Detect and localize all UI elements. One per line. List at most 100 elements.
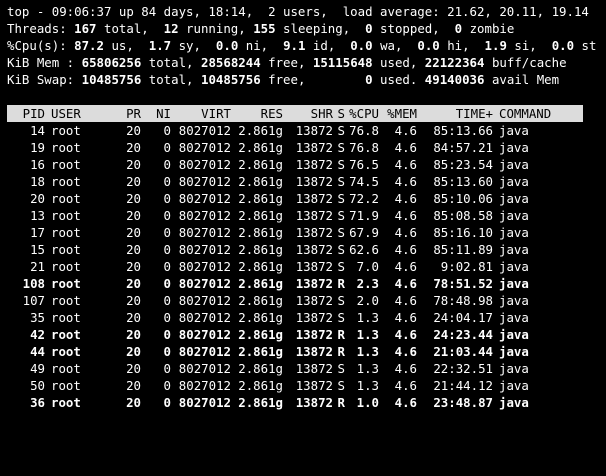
swap-total-label: total,	[141, 72, 201, 87]
mem-free: 28568244	[200, 55, 261, 70]
process-cpu: 76.8	[349, 140, 379, 155]
process-row: 107 root 20 0 8027012 2.861g 13872 S 2.0 4.6 78:48…	[7, 292, 599, 309]
process-nice: 0	[163, 378, 171, 393]
column-header-cpu: %CPU	[349, 106, 379, 121]
process-nice: 0	[163, 361, 171, 376]
process-state: R	[337, 344, 345, 359]
process-priority: 20	[126, 208, 141, 223]
process-nice: 0	[163, 208, 171, 223]
process-command: java	[499, 225, 529, 240]
process-res: 2.861g	[238, 344, 283, 359]
threads-total-label: total,	[96, 21, 164, 36]
process-cpu: 1.3	[356, 361, 379, 376]
process-command: java	[499, 361, 529, 376]
process-user: root	[51, 327, 81, 342]
process-shr: 13872	[295, 174, 333, 189]
process-shr: 13872	[295, 310, 333, 325]
process-state: R	[337, 276, 345, 291]
process-cpu: 67.9	[349, 225, 379, 240]
process-pid: 36	[30, 395, 45, 410]
process-row: 21 root 20 0 8027012 2.861g 13872 S 7.0 4.6 9:02.8…	[7, 258, 599, 275]
process-pid: 16	[30, 157, 45, 172]
threads-running-label: running,	[178, 21, 254, 36]
process-state: S	[337, 157, 345, 172]
process-cpu: 76.5	[349, 157, 379, 172]
process-res: 2.861g	[238, 276, 283, 291]
process-time: 78:48.98	[433, 293, 493, 308]
process-state: S	[337, 361, 345, 376]
swap-line: KiB Swap: 10485756 total, 10485756 free,…	[7, 71, 599, 88]
process-row: 18 root 20 0 8027012 2.861g 13872 S 74.5 4.6 85:13…	[7, 173, 599, 190]
threads-stopped-label: stopped,	[372, 21, 455, 36]
process-pid: 44	[30, 344, 45, 359]
process-cpu: 1.3	[356, 327, 379, 342]
process-row: 44 root 20 0 8027012 2.861g 13872 R 1.3 4.6 21:03.…	[7, 343, 599, 360]
process-shr: 13872	[295, 378, 333, 393]
process-nice: 0	[163, 310, 171, 325]
process-command: java	[499, 242, 529, 257]
process-row: 13 root 20 0 8027012 2.861g 13872 S 71.9 4.6 85:08…	[7, 207, 599, 224]
process-virt: 8027012	[178, 208, 231, 223]
process-virt: 8027012	[178, 361, 231, 376]
process-mem: 4.6	[394, 157, 417, 172]
process-command: java	[499, 208, 529, 223]
process-virt: 8027012	[178, 378, 231, 393]
threads-sleeping: 155	[253, 21, 276, 36]
process-res: 2.861g	[238, 327, 283, 342]
mem-used: 15115648	[312, 55, 373, 70]
cpu-st: 0.0	[551, 38, 575, 53]
mem-line: KiB Mem : 65806256 total, 28568244 free,…	[7, 54, 599, 71]
cpu-si: 1.9	[484, 38, 507, 53]
process-cpu: 1.0	[356, 395, 379, 410]
process-nice: 0	[163, 327, 171, 342]
process-mem: 4.6	[394, 259, 417, 274]
process-cpu: 71.9	[349, 208, 379, 223]
process-row: 50 root 20 0 8027012 2.861g 13872 S 1.3 4.6 21:44.…	[7, 377, 599, 394]
process-command: java	[499, 123, 529, 138]
process-shr: 13872	[295, 123, 333, 138]
cpu-label: %Cpu(s):	[7, 38, 75, 53]
process-user: root	[51, 174, 81, 189]
column-header-res: RES	[260, 106, 283, 121]
mem-label: KiB Mem :	[7, 55, 82, 70]
process-nice: 0	[163, 123, 171, 138]
process-command: java	[499, 191, 529, 206]
process-user: root	[51, 208, 81, 223]
mem-total: 65806256	[81, 55, 142, 70]
process-virt: 8027012	[178, 225, 231, 240]
process-mem: 4.6	[394, 208, 417, 223]
process-user: root	[51, 157, 81, 172]
process-state: S	[337, 140, 345, 155]
process-virt: 8027012	[178, 327, 231, 342]
cpu-si-label: si,	[506, 38, 552, 53]
process-pid: 49	[30, 361, 45, 376]
process-pid: 19	[30, 140, 45, 155]
column-header-pr: PR	[126, 106, 141, 121]
threads-sleeping-label: sleeping,	[275, 21, 366, 36]
process-mem: 4.6	[394, 293, 417, 308]
process-time: 85:11.89	[433, 242, 493, 257]
process-user: root	[51, 395, 81, 410]
process-priority: 20	[126, 140, 141, 155]
mem-free-label: free,	[260, 55, 313, 70]
process-time: 24:23.44	[433, 327, 493, 342]
process-command: java	[499, 327, 529, 342]
process-pid: 21	[30, 259, 45, 274]
process-state: S	[337, 293, 345, 308]
threads-label: Threads:	[7, 21, 75, 36]
process-nice: 0	[163, 191, 171, 206]
process-user: root	[51, 140, 81, 155]
process-priority: 20	[126, 191, 141, 206]
threads-zombie-label: zombie	[462, 21, 515, 36]
cpu-ni: 0.0	[215, 38, 239, 53]
process-virt: 8027012	[178, 310, 231, 325]
process-shr: 13872	[295, 157, 333, 172]
process-virt: 8027012	[178, 259, 231, 274]
process-virt: 8027012	[178, 344, 231, 359]
process-nice: 0	[163, 225, 171, 240]
process-shr: 13872	[295, 327, 333, 342]
process-cpu: 7.0	[356, 259, 379, 274]
process-virt: 8027012	[178, 191, 231, 206]
process-state: S	[337, 123, 345, 138]
cpu-line: %Cpu(s): 87.2 us, 1.7 sy, 0.0 ni, 9.1 id…	[7, 37, 599, 54]
